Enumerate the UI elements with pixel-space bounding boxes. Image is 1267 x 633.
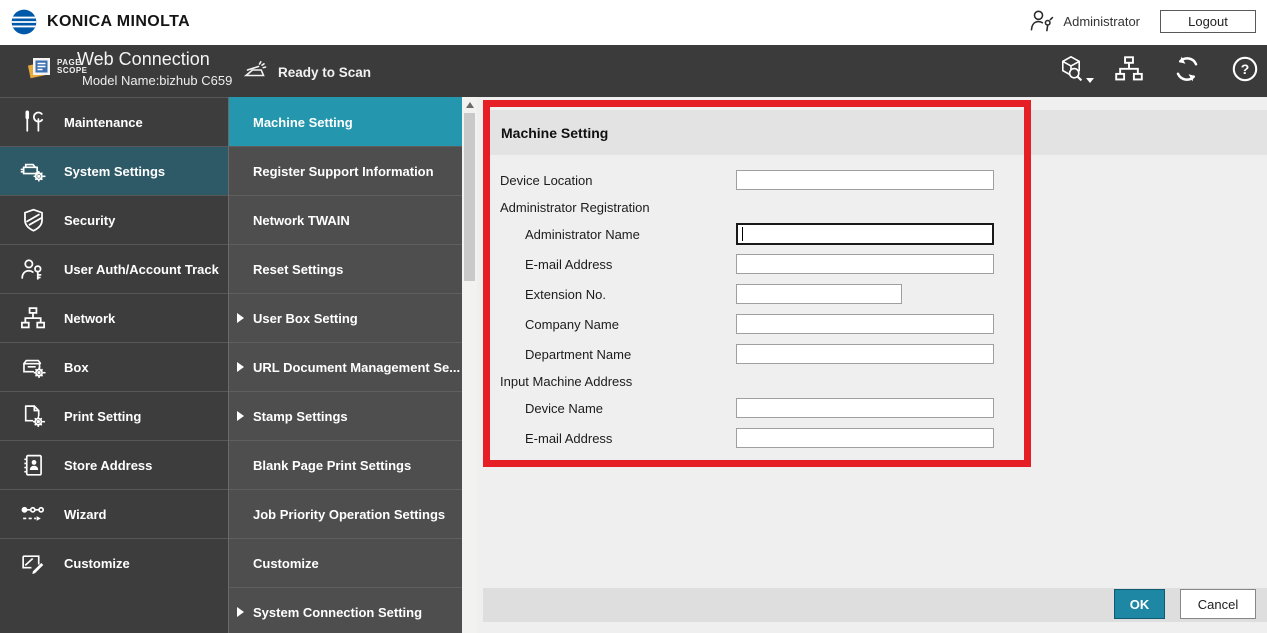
sidebar-item-network[interactable]: Network [0, 293, 228, 342]
customize-icon [19, 549, 47, 577]
scrollbar-thumb[interactable] [464, 113, 475, 281]
sidebar-item-wizard[interactable]: Wizard [0, 489, 228, 538]
network-icon [19, 304, 47, 332]
konica-minolta-logo: KONICA MINOLTA [10, 8, 190, 36]
company-name-field-input[interactable] [736, 314, 994, 334]
page-title-bar: Machine Setting [490, 110, 1267, 155]
security-icon [19, 206, 47, 234]
top-bar-right: Administrator Logout [1028, 7, 1256, 35]
submenu-item-stamp-settings[interactable]: Stamp Settings [229, 391, 462, 440]
submenu-item-url-document-management[interactable]: URL Document Management Se... [229, 342, 462, 391]
submenu-item-reset-settings[interactable]: Reset Settings [229, 244, 462, 293]
input-machine-address-group: Input Machine Address [490, 369, 1253, 393]
extension-no-field-input[interactable] [736, 284, 902, 304]
refresh-icon[interactable] [1171, 55, 1203, 87]
administrator-registration-group: Administrator Registration [490, 195, 1253, 219]
print-setting-icon [19, 402, 47, 430]
page-title: Machine Setting [501, 125, 608, 141]
submenu-item-system-connection-setting[interactable]: System Connection Setting [229, 587, 462, 633]
pagescope-icon [27, 54, 53, 89]
main-content: Machine Setting Device Location Administ… [477, 97, 1267, 633]
form-footer: OK Cancel [483, 588, 1267, 622]
sidebar-item-system-settings[interactable]: System Settings [0, 146, 228, 195]
user-auth-icon [19, 255, 47, 283]
sidebar-item-customize[interactable]: Customize [0, 538, 228, 587]
device-status: Ready to Scan [243, 58, 371, 87]
svg-text:?: ? [1241, 61, 1250, 77]
network-topology-icon [1113, 54, 1145, 89]
machine-setting-form: Device Location Administrator Registrati… [490, 165, 1253, 453]
machine-email-field: E-mail Address [490, 423, 1253, 453]
submenu-scrollbar[interactable] [462, 97, 477, 633]
department-name-field: Department Name [490, 339, 1253, 369]
globe-icon [10, 8, 38, 36]
administrator-email-field-input[interactable] [736, 254, 994, 274]
device-name-field-input[interactable] [736, 398, 994, 418]
box-icon [19, 353, 47, 381]
device-location-field-input[interactable] [736, 170, 994, 190]
device-name-field: Device Name [490, 393, 1253, 423]
sidebar-item-user-auth-account-track[interactable]: User Auth/Account Track [0, 244, 228, 293]
administrator-name-field-input[interactable] [736, 223, 994, 245]
main-menu: Maintenance System Settings Security Use… [0, 97, 228, 633]
submenu-item-blank-page-print-settings[interactable]: Blank Page Print Settings [229, 440, 462, 489]
expand-arrow-icon [237, 362, 244, 372]
app-title: Web Connection [77, 49, 232, 70]
logout-button[interactable]: Logout [1160, 10, 1256, 33]
sidebar-item-maintenance[interactable]: Maintenance [0, 97, 228, 146]
submenu-item-job-priority-operation-settings[interactable]: Job Priority Operation Settings [229, 489, 462, 538]
sidebar-item-box[interactable]: Box [0, 342, 228, 391]
extension-no-field: Extension No. [490, 279, 1253, 309]
app-bar: PAGE SCOPE Web Connection Model Name:biz… [0, 45, 1267, 97]
expand-arrow-icon [237, 607, 244, 617]
submenu-item-customize[interactable]: Customize [229, 538, 462, 587]
ok-button[interactable]: OK [1114, 589, 1165, 619]
maintenance-icon [19, 108, 47, 136]
expand-arrow-icon [237, 313, 244, 323]
help-icon[interactable]: ? [1229, 55, 1261, 87]
submenu-item-register-support-information[interactable]: Register Support Information [229, 146, 462, 195]
web-connection-screen: KONICA MINOLTA Administrator Logout [0, 0, 1267, 633]
scrollbar-up-arrow[interactable] [462, 97, 477, 112]
store-address-icon [19, 451, 47, 479]
administrator-icon [1028, 7, 1056, 35]
top-bar: KONICA MINOLTA Administrator Logout [0, 0, 1267, 45]
sidebar-item-security[interactable]: Security [0, 195, 228, 244]
submenu-item-network-twain[interactable]: Network TWAIN [229, 195, 462, 244]
administrator-name-field: Administrator Name [490, 219, 1253, 249]
help-icon: ? [1230, 54, 1260, 89]
model-name: Model Name:bizhub C659 [77, 73, 232, 88]
refresh-icon [1172, 54, 1202, 89]
expand-arrow-icon [237, 411, 244, 421]
submenu-item-user-box-setting[interactable]: User Box Setting [229, 293, 462, 342]
sidebar-item-print-setting[interactable]: Print Setting [0, 391, 228, 440]
brand-text: KONICA MINOLTA [47, 13, 190, 31]
system-settings-icon [19, 157, 47, 185]
scanner-status-icon [243, 58, 269, 87]
device-search-icon[interactable] [1055, 55, 1087, 87]
user-label: Administrator [1063, 14, 1140, 29]
device-location-field: Device Location [490, 165, 1253, 195]
company-name-field: Company Name [490, 309, 1253, 339]
sub-menu: Machine Setting Register Support Informa… [228, 97, 462, 633]
app-bar-icons: ? [1055, 45, 1261, 97]
machine-email-field-input[interactable] [736, 428, 994, 448]
sidebar-item-store-address[interactable]: Store Address [0, 440, 228, 489]
administrator-email-field: E-mail Address [490, 249, 1253, 279]
status-text: Ready to Scan [278, 65, 371, 80]
submenu-item-machine-setting[interactable]: Machine Setting [229, 97, 462, 146]
network-topology-icon[interactable] [1113, 55, 1145, 87]
department-name-field-input[interactable] [736, 344, 994, 364]
wizard-icon [19, 500, 47, 528]
app-title-block: Web Connection Model Name:bizhub C659 [77, 49, 232, 88]
cancel-button[interactable]: Cancel [1180, 589, 1256, 619]
device-search-icon [1056, 54, 1086, 89]
dropdown-caret-icon [1086, 78, 1094, 83]
